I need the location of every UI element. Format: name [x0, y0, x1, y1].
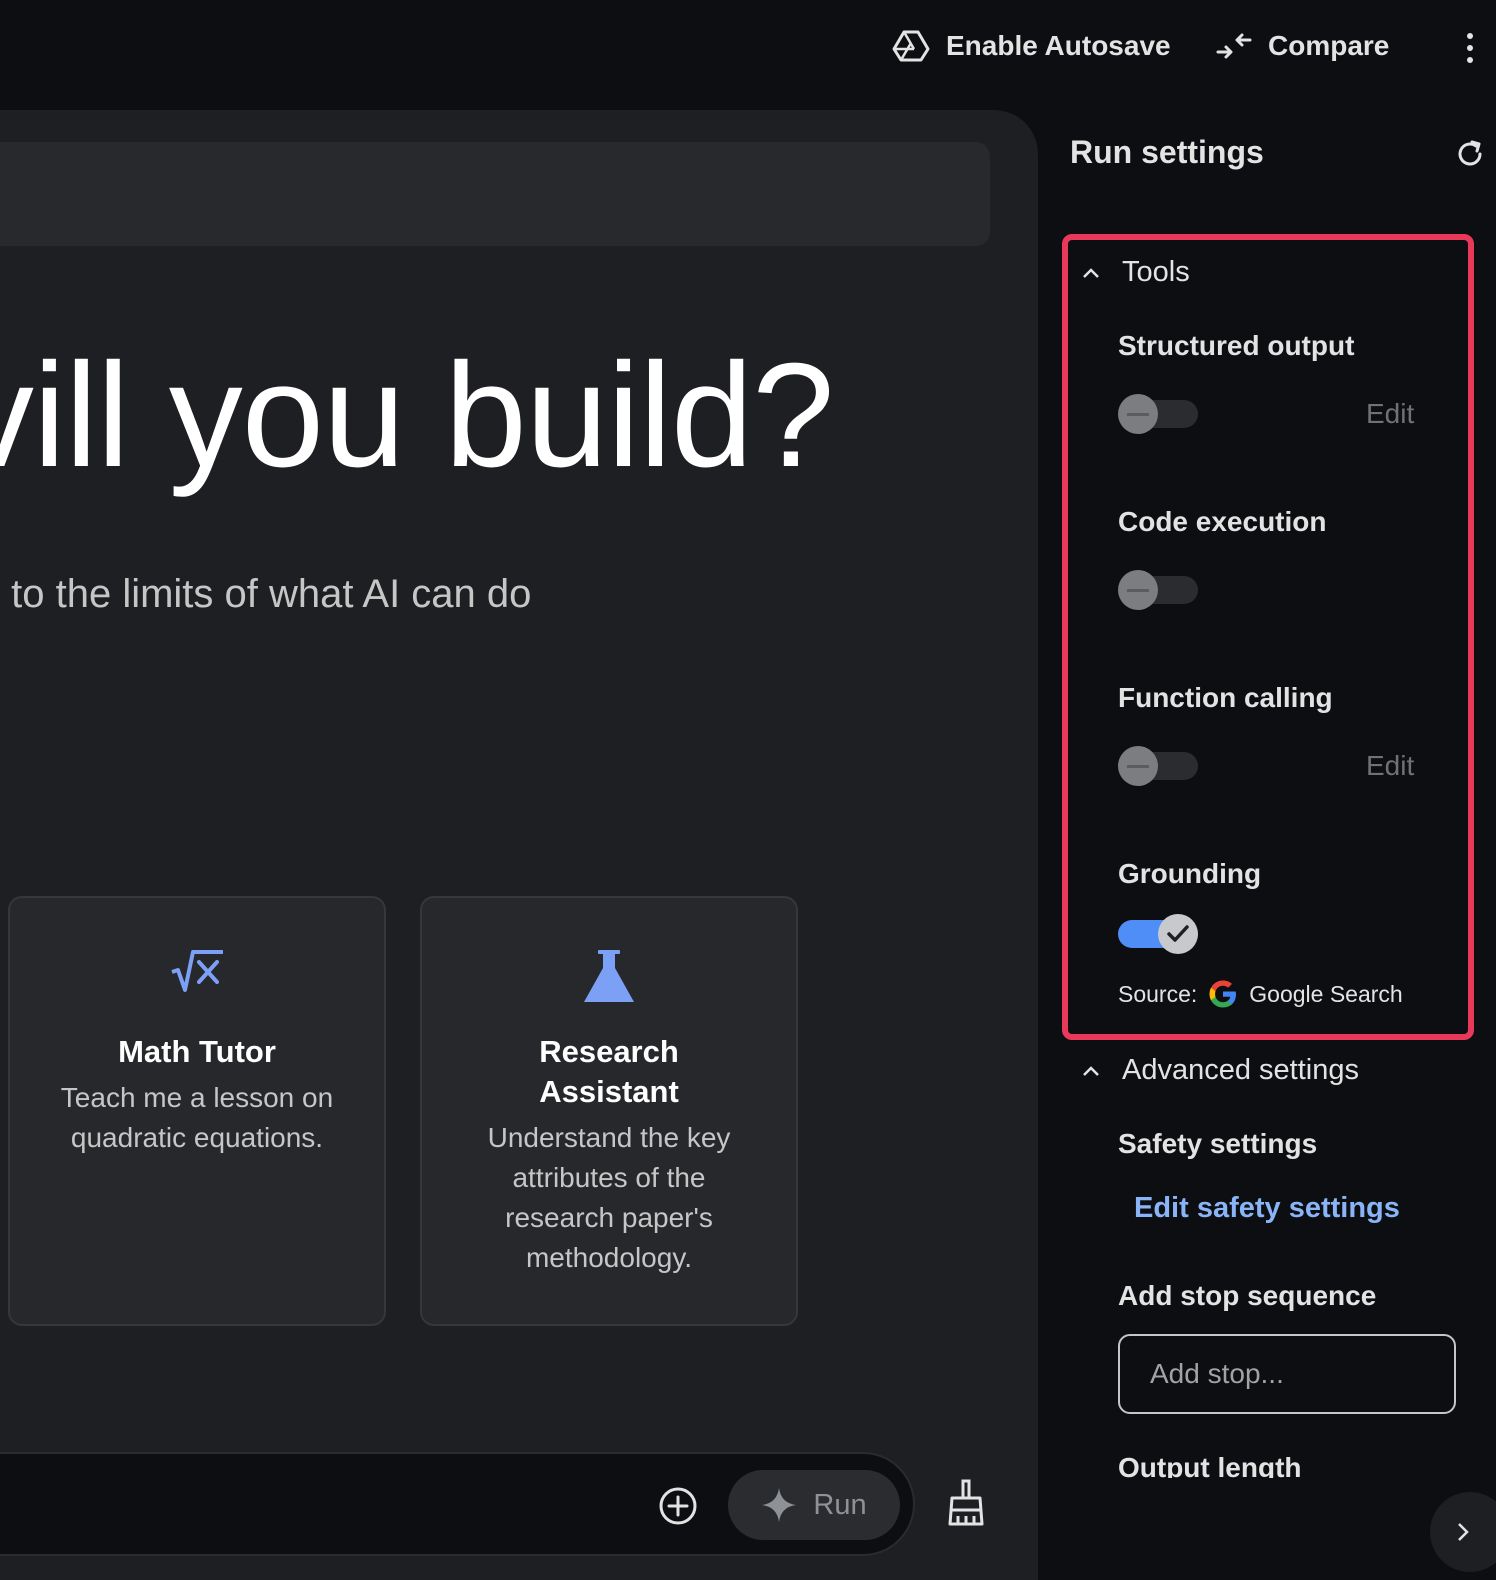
- grounding-label: Grounding: [1118, 858, 1262, 889]
- compare-icon: [1216, 33, 1252, 59]
- minus-icon: [1127, 412, 1149, 416]
- card-desc-line: quadratic equations.: [70, 1122, 324, 1153]
- structured-output-label: Structured output: [1118, 330, 1355, 361]
- tools-section-header[interactable]: Tools: [1082, 256, 1190, 289]
- check-icon: [1167, 925, 1189, 942]
- tools-header-label: Tools: [1122, 256, 1190, 288]
- code-execution-toggle[interactable]: [1118, 570, 1198, 610]
- google-g-icon: [1209, 980, 1237, 1008]
- compare-button[interactable]: Compare: [1216, 22, 1389, 70]
- structured-output-edit-button[interactable]: Edit: [1366, 398, 1414, 430]
- chevron-up-icon: [1083, 267, 1099, 278]
- chevron-up-icon: [1083, 1065, 1099, 1076]
- hero-title: vill you build?: [0, 333, 835, 498]
- minus-icon: [1127, 588, 1149, 592]
- more-options-button[interactable]: [1458, 30, 1482, 66]
- advanced-settings-header[interactable]: Advanced settings: [1082, 1054, 1359, 1087]
- suggestion-card-math-tutor[interactable]: Math Tutor Teach me a lesson on quadrati…: [8, 896, 386, 1326]
- square-root-icon: [171, 950, 223, 992]
- code-execution-label: Code execution: [1118, 506, 1327, 537]
- stop-sequence-label: Add stop sequence: [1118, 1280, 1377, 1311]
- top-bar: Enable Autosave Compare: [0, 0, 1496, 92]
- output-length-label: Output length: [1118, 1452, 1302, 1478]
- prompt-input-bar[interactable]: Run: [0, 1452, 915, 1556]
- function-calling-toggle[interactable]: [1118, 746, 1198, 786]
- hero-subtitle: ini to the limits of what AI can do: [0, 572, 532, 616]
- flask-icon: [584, 950, 634, 1002]
- safety-settings-label: Safety settings: [1118, 1128, 1318, 1159]
- reset-settings-button[interactable]: [1454, 138, 1486, 170]
- structured-output-toggle[interactable]: [1118, 394, 1198, 434]
- prompt-header-strip: [0, 142, 990, 246]
- source-name: Google Search: [1249, 980, 1403, 1007]
- refresh-icon: [1458, 140, 1482, 166]
- run-button[interactable]: Run: [728, 1470, 900, 1540]
- source-label: Source:: [1118, 980, 1198, 1007]
- grounding-source: Source: Google Search: [1118, 978, 1403, 1010]
- chevron-right-icon: [1458, 1523, 1469, 1541]
- stop-sequence-input[interactable]: [1118, 1334, 1456, 1414]
- suggestion-card-research-assistant[interactable]: Research Assistant Understand the key at…: [420, 896, 798, 1326]
- compare-label: Compare: [1268, 30, 1390, 61]
- expand-panel-button[interactable]: [1430, 1492, 1496, 1572]
- add-button[interactable]: [658, 1486, 698, 1526]
- card-desc-line: Teach me a lesson on: [60, 1082, 334, 1113]
- minus-icon: [1127, 764, 1149, 768]
- chat-pane: vill you build? ini to the limits of wha…: [0, 110, 1038, 1580]
- clear-chat-button[interactable]: [946, 1478, 986, 1528]
- advanced-header-label: Advanced settings: [1122, 1054, 1359, 1086]
- function-calling-label: Function calling: [1118, 682, 1333, 713]
- run-label: Run: [813, 1488, 867, 1521]
- more-vert-icon: [1467, 33, 1473, 63]
- card-desc-line: attributes of the: [512, 1162, 706, 1193]
- enable-autosave-button[interactable]: Enable Autosave: [892, 22, 1171, 70]
- function-calling-edit-button[interactable]: Edit: [1366, 750, 1414, 782]
- enable-autosave-label: Enable Autosave: [946, 30, 1171, 61]
- card-title-line: Assistant: [539, 1074, 679, 1109]
- drive-icon: [892, 30, 930, 62]
- edit-safety-settings-link[interactable]: Edit safety settings: [1134, 1192, 1400, 1225]
- card-desc-line: research paper's: [505, 1202, 713, 1233]
- add-circle-icon: [659, 1487, 697, 1525]
- card-desc-line: Understand the key: [487, 1122, 731, 1153]
- grounding-toggle[interactable]: [1118, 914, 1198, 954]
- card-desc-line: methodology.: [525, 1242, 693, 1273]
- card-title: Math Tutor: [118, 1034, 276, 1069]
- sparkle-icon: [762, 1488, 797, 1522]
- run-settings-panel: Run settings Tools Structured output Edi…: [1040, 92, 1496, 1572]
- run-settings-title: Run settings: [1070, 134, 1264, 170]
- broom-icon: [948, 1479, 984, 1526]
- card-title-line: Research: [539, 1034, 679, 1069]
